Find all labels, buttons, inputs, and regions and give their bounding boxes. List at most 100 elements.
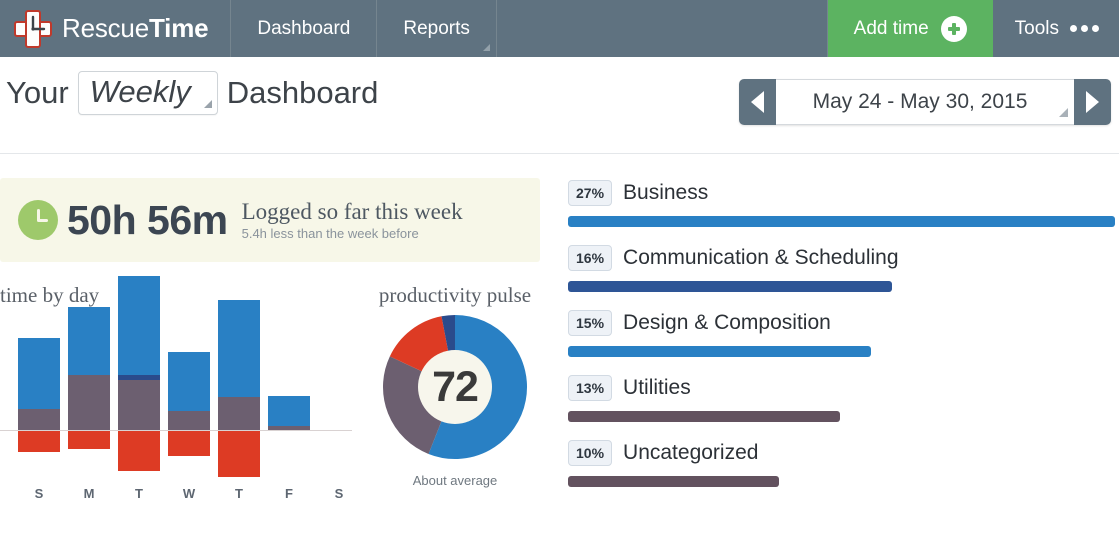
day-label: W <box>182 486 196 501</box>
logged-time-subline: 5.4h less than the week before <box>241 226 419 242</box>
chevron-corner-icon <box>203 100 212 108</box>
add-time-button[interactable]: Add time <box>827 0 993 57</box>
bar-segment <box>68 307 110 375</box>
bar-group[interactable] <box>18 314 60 482</box>
bar-group[interactable] <box>268 314 310 482</box>
time-by-day-panel: time by day S M T W T F S <box>0 276 362 501</box>
time-by-day-title: time by day <box>0 283 100 307</box>
bar-segment <box>218 430 260 477</box>
tools-menu-button[interactable]: Tools <box>993 0 1119 57</box>
bar-segment <box>218 397 260 430</box>
previous-period-button[interactable] <box>739 79 776 125</box>
period-select[interactable]: Weekly <box>77 71 218 115</box>
category-percent-badge: 27% <box>568 180 613 206</box>
category-row[interactable]: 16% Communication & Scheduling <box>568 245 1119 292</box>
next-period-button[interactable] <box>1074 79 1111 125</box>
dropdown-corner-icon <box>482 44 490 51</box>
bar-segment <box>168 411 210 430</box>
logged-time-amount: 50h 56m <box>67 196 228 243</box>
tools-label: Tools <box>1014 17 1059 39</box>
top-categories-list: 27% Business 16% Communication & Scheduling… <box>568 180 1119 505</box>
bar-segment <box>218 300 260 397</box>
nav-item-reports-label: Reports <box>403 17 470 39</box>
category-percent-badge: 13% <box>568 375 613 401</box>
brand-logo[interactable]: RescueTime <box>0 0 232 57</box>
rescuetime-cross-icon <box>14 9 52 48</box>
day-label: M <box>83 486 95 501</box>
nav-item-dashboard[interactable]: Dashboard <box>231 0 378 57</box>
date-range-selector: May 24 - May 30, 2015 <box>739 79 1111 125</box>
add-time-label: Add time <box>853 17 929 39</box>
ellipsis-icon <box>1070 25 1099 32</box>
day-label: F <box>285 486 293 501</box>
category-row[interactable]: 27% Business <box>568 180 1119 227</box>
page-header: Your Weekly Dashboard May 24 - May 30, 2… <box>0 57 1119 154</box>
category-header: 15% Design & Composition <box>568 310 1119 336</box>
category-row[interactable]: 10% Uncategorized <box>568 440 1119 487</box>
chart-day-labels: SMTWTFS <box>0 486 352 508</box>
page-title: Your Weekly Dashboard <box>6 71 387 115</box>
logged-time-headline: Logged so far this week <box>241 198 463 224</box>
plus-icon <box>940 15 967 42</box>
bar-segment <box>18 430 60 452</box>
bar-group[interactable] <box>118 276 160 482</box>
category-name: Utilities <box>623 376 691 399</box>
category-bar-fill <box>568 281 892 292</box>
bar-group[interactable] <box>318 314 360 482</box>
category-row[interactable]: 13% Utilities <box>568 375 1119 422</box>
day-label: S <box>34 486 44 501</box>
period-select-value: Weekly <box>89 74 191 109</box>
bar-group[interactable] <box>68 307 110 482</box>
bar-segment <box>118 380 160 430</box>
category-name: Business <box>623 181 709 204</box>
left-column: 50h 56m Logged so far this week 5.4h les… <box>0 178 548 501</box>
bar-segment <box>118 276 160 375</box>
category-bar-fill <box>568 476 779 487</box>
day-label: T <box>135 486 143 501</box>
category-header: 10% Uncategorized <box>568 440 1119 466</box>
donut-segment <box>441 315 456 352</box>
logged-time-summary: 50h 56m Logged so far this week 5.4h les… <box>0 178 540 262</box>
chart-baseline <box>0 430 352 431</box>
category-bar-track <box>568 411 1119 422</box>
bar-segment <box>168 352 210 411</box>
chevron-left-icon <box>751 91 764 113</box>
category-header: 13% Utilities <box>568 375 1119 401</box>
category-bar-track <box>568 476 1119 487</box>
category-bar-fill <box>568 216 1115 227</box>
bar-segment <box>68 430 110 449</box>
bar-segment <box>118 375 160 380</box>
productivity-pulse-donut[interactable]: 72 <box>382 314 528 460</box>
category-percent-badge: 15% <box>568 310 613 336</box>
bar-segment <box>18 409 60 430</box>
bar-segment <box>68 375 110 430</box>
category-header: 27% Business <box>568 180 1119 206</box>
productivity-pulse-title: productivity pulse <box>378 283 532 307</box>
category-row[interactable]: 15% Design & Composition <box>568 310 1119 357</box>
brand-word-time: Time <box>148 13 209 43</box>
chevron-right-icon <box>1086 91 1099 113</box>
nav-item-reports[interactable]: Reports <box>377 0 497 57</box>
category-name: Uncategorized <box>623 441 759 464</box>
bar-segment <box>168 430 210 456</box>
nav-spacer <box>497 0 828 57</box>
date-range-label: May 24 - May 30, 2015 <box>812 90 1028 113</box>
page-title-suffix: Dashboard <box>226 75 379 110</box>
category-bar-track <box>568 346 1119 357</box>
bar-group[interactable] <box>218 300 260 482</box>
day-label: S <box>334 486 344 501</box>
pulse-score: 72 <box>418 350 492 424</box>
bar-segment <box>18 338 60 409</box>
logged-time-text: Logged so far this week 5.4h less than t… <box>242 199 463 242</box>
productivity-pulse-panel: productivity pulse 72 About average <box>362 283 548 488</box>
day-label: T <box>235 486 243 501</box>
category-bar-fill <box>568 411 840 422</box>
time-by-day-chart[interactable]: SMTWTFS <box>0 276 352 501</box>
bar-group[interactable] <box>168 314 210 482</box>
nav-item-dashboard-label: Dashboard <box>257 17 351 39</box>
category-percent-badge: 10% <box>568 440 613 466</box>
category-bar-fill <box>568 346 871 357</box>
clock-icon <box>18 200 58 240</box>
date-range-dropdown[interactable]: May 24 - May 30, 2015 <box>776 79 1074 125</box>
brand-wordmark: RescueTime <box>62 13 209 44</box>
